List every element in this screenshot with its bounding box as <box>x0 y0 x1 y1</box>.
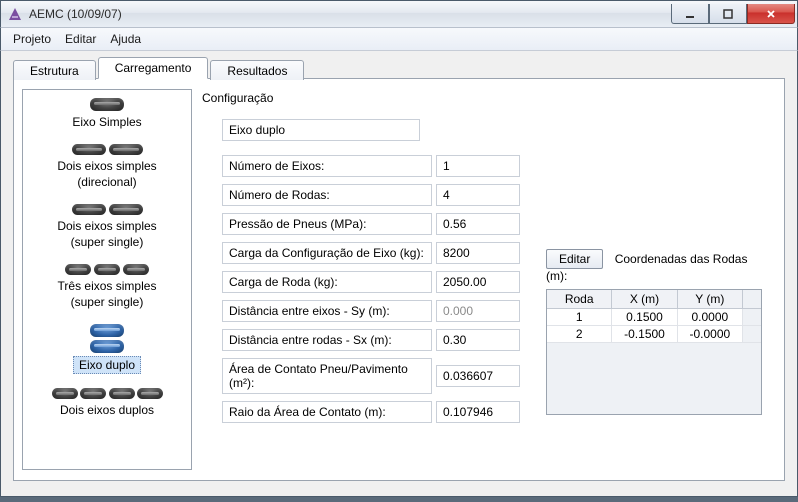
menu-editar[interactable]: Editar <box>65 32 96 46</box>
list-item-label: Eixo duplo <box>73 356 141 374</box>
cell-x: -0.1500 <box>612 326 677 343</box>
label-num-eixos: Número de Eixos: <box>222 155 432 177</box>
value-num-rodas[interactable]: 4 <box>436 184 520 206</box>
axle-type-display: Eixo duplo <box>222 119 420 141</box>
cell-y: 0.0000 <box>678 309 743 326</box>
edit-button[interactable]: Editar <box>546 249 603 269</box>
cell-gutter <box>743 326 761 343</box>
list-item[interactable]: Três eixos simples (super single) <box>23 256 191 316</box>
tab-resultados[interactable]: Resultados <box>210 60 304 80</box>
list-item[interactable]: Dois eixos duplos <box>23 380 191 424</box>
client-area: Estrutura Carregamento Resultados Eixo S… <box>0 51 798 497</box>
value-dist-sx[interactable]: 0.30 <box>436 329 520 351</box>
cell-x: 0.1500 <box>612 309 677 326</box>
list-item-label: Dois eixos duplos <box>55 402 159 418</box>
value-num-eixos[interactable]: 1 <box>436 155 520 177</box>
cell-roda: 2 <box>547 326 612 343</box>
list-item-label: Três eixos simples <box>53 278 162 294</box>
minimize-button[interactable] <box>671 4 709 24</box>
label-carga-config: Carga da Configuração de Eixo (kg): <box>222 242 432 264</box>
window-buttons <box>671 4 795 24</box>
config-panel: Configuração Eixo duplo Número de Eixos:… <box>200 89 774 470</box>
label-area-contato: Área de Contato Pneu/Pavimento (m²): <box>222 358 432 394</box>
th-gutter <box>743 290 761 309</box>
list-item-label2: (super single) <box>66 234 149 250</box>
cell-gutter <box>743 309 761 326</box>
list-item[interactable]: Eixo Simples <box>23 90 191 136</box>
label-carga-roda: Carga de Roda (kg): <box>222 271 432 293</box>
list-item-label2: (super single) <box>66 294 149 310</box>
menu-projeto[interactable]: Projeto <box>13 32 51 46</box>
value-carga-roda[interactable]: 2050.00 <box>436 271 520 293</box>
window-title: AEMC (10/09/07) <box>29 7 671 21</box>
tabstrip: Estrutura Carregamento Resultados <box>13 57 785 79</box>
label-raio-area: Raio da Área de Contato (m): <box>222 401 432 423</box>
value-area-contato[interactable]: 0.036607 <box>436 365 520 387</box>
list-item-label2: (direcional) <box>72 174 141 190</box>
close-button[interactable] <box>747 4 795 24</box>
app-icon <box>7 6 23 22</box>
list-item-selected[interactable]: Eixo duplo <box>23 316 191 380</box>
value-raio-area[interactable]: 0.107946 <box>436 401 520 423</box>
list-item[interactable]: Dois eixos simples (super single) <box>23 196 191 256</box>
coord-table[interactable]: Roda X (m) Y (m) 1 0.1500 0.0000 2 -0.15… <box>546 289 762 415</box>
value-dist-sy: 0.000 <box>436 300 520 322</box>
tab-carregamento[interactable]: Carregamento <box>98 57 209 79</box>
maximize-button[interactable] <box>709 4 747 24</box>
th-x: X (m) <box>612 290 677 309</box>
value-carga-config[interactable]: 8200 <box>436 242 520 264</box>
tab-estrutura[interactable]: Estrutura <box>13 60 96 80</box>
titlebar: AEMC (10/09/07) <box>0 0 798 28</box>
list-item[interactable]: Dois eixos simples (direcional) <box>23 136 191 196</box>
th-roda: Roda <box>547 290 612 309</box>
label-dist-sx: Distância entre rodas - Sx (m): <box>222 329 432 351</box>
list-item-label: Dois eixos simples <box>52 158 161 174</box>
list-item-label: Eixo Simples <box>67 114 146 130</box>
coords-block: Editar Coordenadas das Rodas (m): Roda X… <box>546 249 762 415</box>
label-num-rodas: Número de Rodas: <box>222 184 432 206</box>
table-row[interactable]: 2 -0.1500 -0.0000 <box>547 326 761 343</box>
value-pressao[interactable]: 0.56 <box>436 213 520 235</box>
list-item-label: Dois eixos simples <box>52 218 161 234</box>
cell-y: -0.0000 <box>678 326 743 343</box>
axle-type-list[interactable]: Eixo Simples Dois eixos simples (direcio… <box>22 89 192 470</box>
group-title: Configuração <box>202 91 774 105</box>
tab-panel-carregamento: Eixo Simples Dois eixos simples (direcio… <box>13 78 785 481</box>
label-pressao: Pressão de Pneus (MPa): <box>222 213 432 235</box>
th-y: Y (m) <box>678 290 743 309</box>
table-row[interactable]: 1 0.1500 0.0000 <box>547 309 761 326</box>
label-dist-sy: Distância entre eixos - Sy (m): <box>222 300 432 322</box>
menubar: Projeto Editar Ajuda <box>0 28 798 51</box>
menu-ajuda[interactable]: Ajuda <box>110 32 141 46</box>
cell-roda: 1 <box>547 309 612 326</box>
